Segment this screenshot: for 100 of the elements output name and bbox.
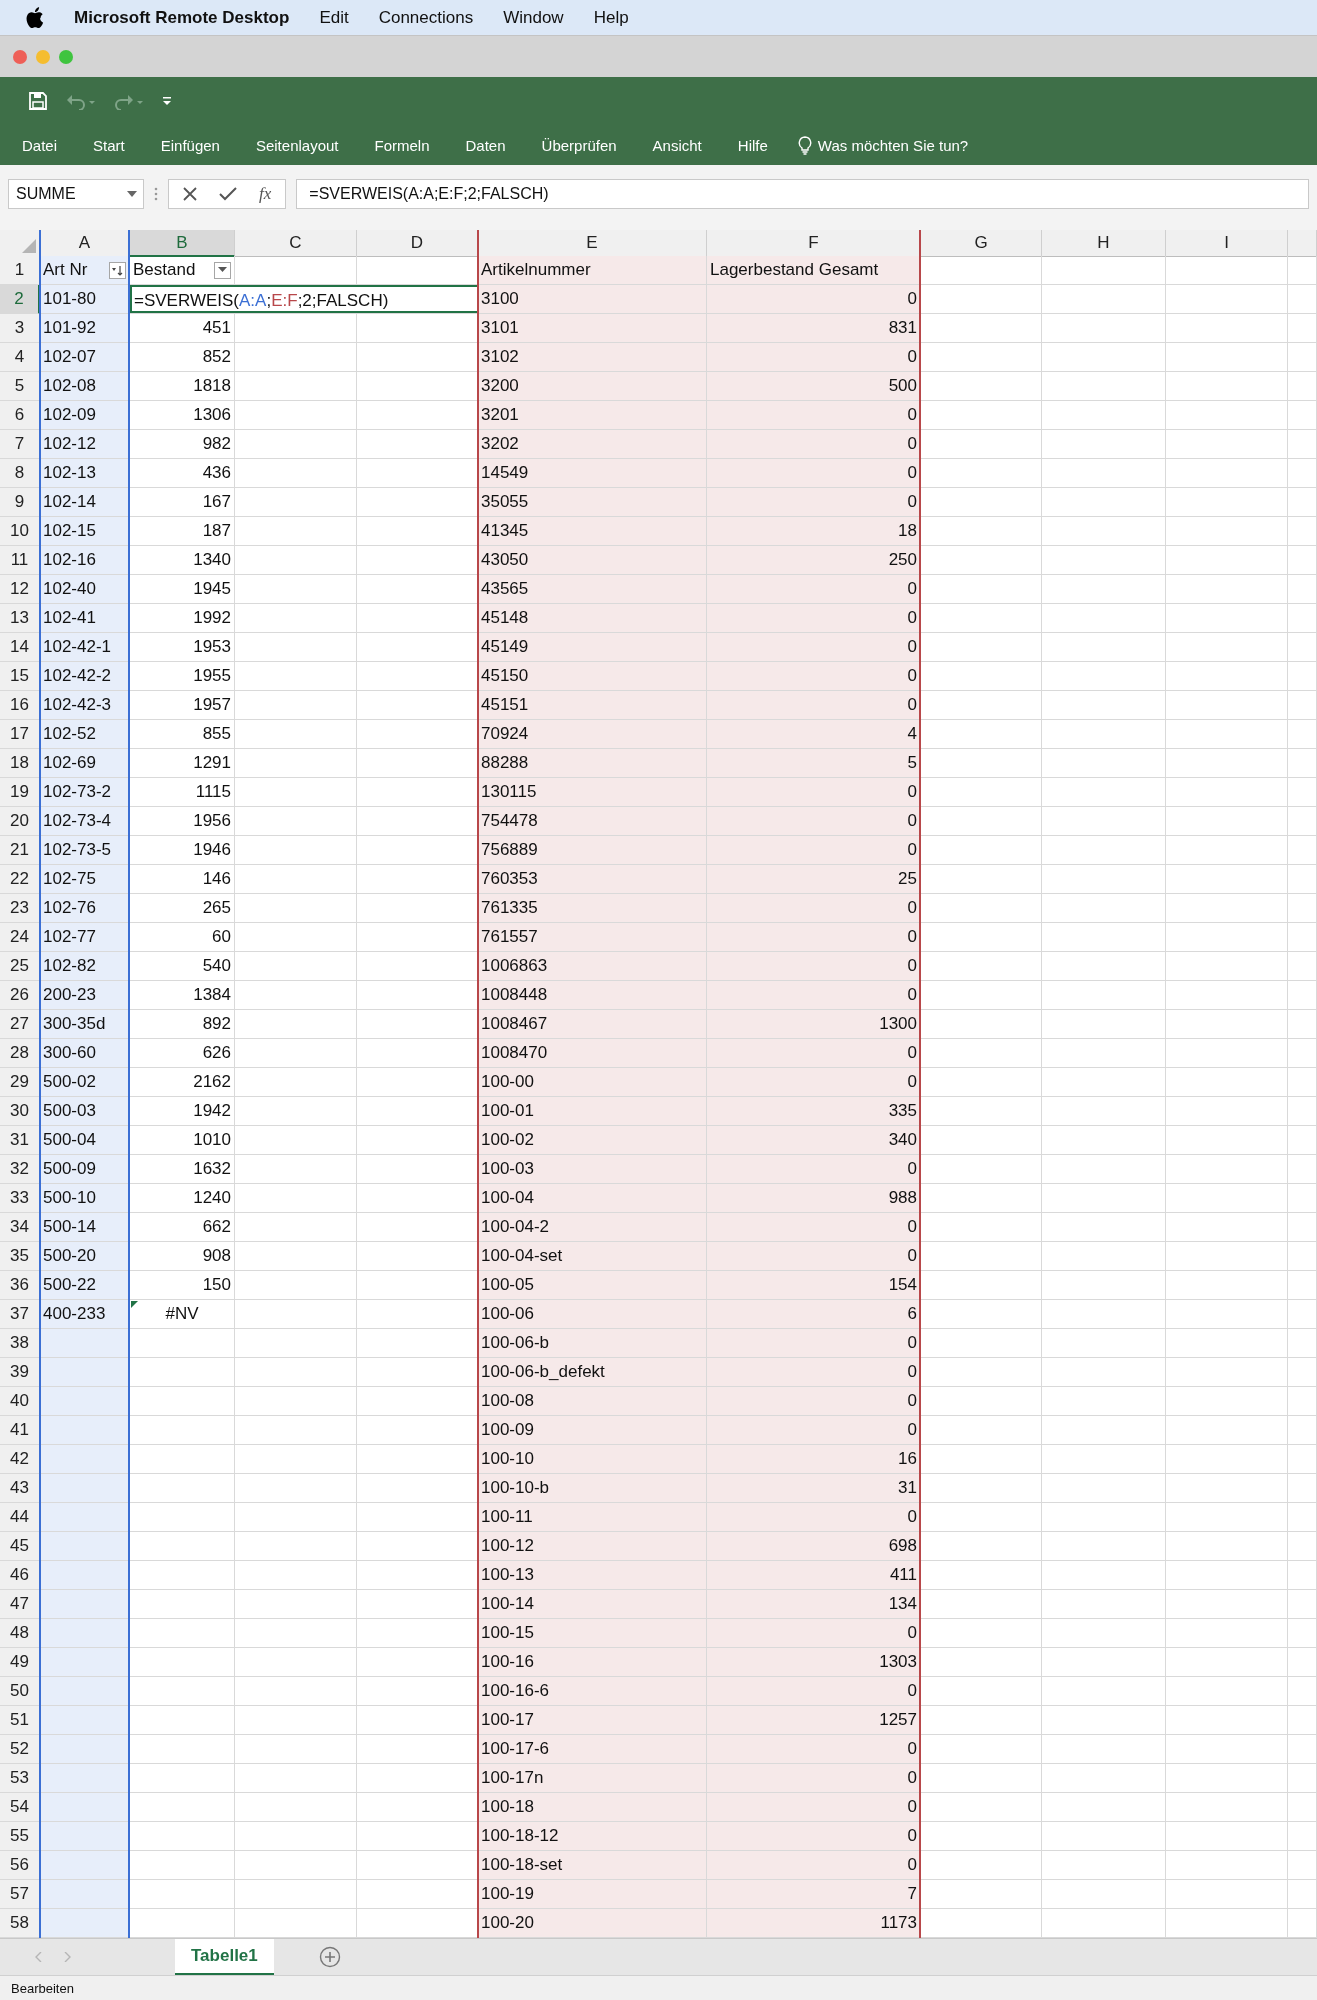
row-number[interactable]: 52 bbox=[0, 1735, 40, 1764]
save-icon[interactable] bbox=[28, 91, 48, 111]
tell-me-search[interactable]: Was möchten Sie tun? bbox=[785, 135, 981, 155]
row-number[interactable]: 50 bbox=[0, 1677, 40, 1706]
row-number[interactable]: 27 bbox=[0, 1010, 40, 1039]
column-header[interactable] bbox=[1288, 230, 1317, 257]
row-number[interactable]: 4 bbox=[0, 343, 40, 372]
name-box[interactable]: SUMME bbox=[8, 178, 144, 209]
row-number[interactable]: 26 bbox=[0, 981, 40, 1010]
column-header[interactable]: C bbox=[235, 230, 357, 257]
row-number[interactable]: 5 bbox=[0, 372, 40, 401]
previous-sheet-icon[interactable] bbox=[35, 1952, 42, 1962]
row-number[interactable]: 55 bbox=[0, 1822, 40, 1851]
row-number[interactable]: 13 bbox=[0, 604, 40, 633]
row-number[interactable]: 38 bbox=[0, 1329, 40, 1358]
row-number[interactable]: 30 bbox=[0, 1097, 40, 1126]
add-sheet-icon[interactable] bbox=[318, 1946, 341, 1968]
ribbon-tab[interactable]: Ansicht bbox=[634, 136, 720, 154]
redo-icon[interactable] bbox=[114, 92, 144, 110]
row-number[interactable]: 40 bbox=[0, 1387, 40, 1416]
row-number[interactable]: 2 bbox=[0, 285, 40, 314]
menu-item[interactable]: Connections bbox=[378, 7, 474, 28]
zoom-button[interactable] bbox=[59, 49, 73, 64]
row-number[interactable]: 51 bbox=[0, 1706, 40, 1735]
next-sheet-icon[interactable] bbox=[64, 1952, 71, 1962]
row-number[interactable]: 23 bbox=[0, 894, 40, 923]
row-number[interactable]: 33 bbox=[0, 1184, 40, 1213]
row-number[interactable]: 9 bbox=[0, 488, 40, 517]
column-header[interactable]: D bbox=[357, 230, 478, 257]
row-number[interactable]: 36 bbox=[0, 1271, 40, 1300]
column-header[interactable]: F bbox=[707, 230, 921, 257]
row-number[interactable]: 18 bbox=[0, 749, 40, 778]
select-all-icon[interactable] bbox=[22, 239, 36, 253]
row-number[interactable]: 7 bbox=[0, 430, 40, 459]
row-number[interactable]: 14 bbox=[0, 633, 40, 662]
app-name[interactable]: Microsoft Remote Desktop bbox=[74, 7, 290, 28]
row-number[interactable]: 34 bbox=[0, 1213, 40, 1242]
row-number[interactable]: 41 bbox=[0, 1416, 40, 1445]
row-number[interactable]: 20 bbox=[0, 807, 40, 836]
formula-field[interactable]: =SVERWEIS(A:A;E:F;2;FALSCH) bbox=[296, 178, 1309, 209]
ribbon-tab[interactable]: Datei bbox=[4, 136, 76, 154]
apple-icon[interactable] bbox=[26, 7, 44, 28]
row-number[interactable]: 48 bbox=[0, 1619, 40, 1648]
row-number[interactable]: 46 bbox=[0, 1561, 40, 1590]
row-number[interactable]: 16 bbox=[0, 691, 40, 720]
column-header[interactable]: B bbox=[130, 230, 235, 257]
row-number[interactable]: 47 bbox=[0, 1590, 40, 1619]
filter-dropdown-button[interactable] bbox=[214, 261, 231, 279]
sort-filter-button[interactable] bbox=[109, 261, 126, 279]
row-number[interactable]: 43 bbox=[0, 1474, 40, 1503]
row-number[interactable]: 37 bbox=[0, 1300, 40, 1329]
ribbon-tab[interactable]: Hilfe bbox=[719, 136, 786, 154]
row-number[interactable]: 6 bbox=[0, 401, 40, 430]
row-number[interactable]: 44 bbox=[0, 1503, 40, 1532]
column-header[interactable]: H bbox=[1042, 230, 1166, 257]
ribbon-tab[interactable]: Einfügen bbox=[142, 136, 238, 154]
row-number[interactable]: 1 bbox=[0, 256, 40, 285]
row-number[interactable]: 15 bbox=[0, 662, 40, 691]
row-number[interactable]: 53 bbox=[0, 1764, 40, 1793]
row-number[interactable]: 56 bbox=[0, 1851, 40, 1880]
column-header[interactable]: E bbox=[478, 230, 707, 257]
ribbon-tab[interactable]: Überprüfen bbox=[523, 136, 635, 154]
ribbon-tab[interactable]: Formeln bbox=[356, 136, 448, 154]
row-number[interactable]: 24 bbox=[0, 923, 40, 952]
row-number[interactable]: 8 bbox=[0, 459, 40, 488]
row-number[interactable]: 42 bbox=[0, 1445, 40, 1474]
row-number[interactable]: 10 bbox=[0, 517, 40, 546]
checkmark-icon[interactable] bbox=[219, 186, 237, 201]
customize-toolbar-icon[interactable] bbox=[162, 96, 172, 106]
row-number[interactable]: 17 bbox=[0, 720, 40, 749]
row-number[interactable]: 32 bbox=[0, 1155, 40, 1184]
row-number[interactable]: 21 bbox=[0, 836, 40, 865]
row-number[interactable]: 31 bbox=[0, 1126, 40, 1155]
row-number[interactable]: 45 bbox=[0, 1532, 40, 1561]
row-number[interactable]: 19 bbox=[0, 778, 40, 807]
row-number[interactable]: 29 bbox=[0, 1068, 40, 1097]
row-number[interactable]: 49 bbox=[0, 1648, 40, 1677]
row-number[interactable]: 11 bbox=[0, 546, 40, 575]
insert-function-button[interactable]: fx bbox=[259, 183, 272, 204]
row-number[interactable]: 3 bbox=[0, 314, 40, 343]
row-number[interactable]: 57 bbox=[0, 1880, 40, 1909]
row-number[interactable]: 35 bbox=[0, 1242, 40, 1271]
row-number[interactable]: 25 bbox=[0, 952, 40, 981]
ribbon-tab[interactable]: Daten bbox=[447, 136, 524, 154]
sheet-tab[interactable]: Tabelle1 bbox=[175, 1939, 274, 1975]
column-header[interactable]: G bbox=[921, 230, 1042, 257]
row-number[interactable]: 12 bbox=[0, 575, 40, 604]
row-number[interactable]: 22 bbox=[0, 865, 40, 894]
menu-item[interactable]: Help bbox=[593, 7, 629, 28]
row-number[interactable]: 28 bbox=[0, 1039, 40, 1068]
ribbon-tab[interactable]: Start bbox=[75, 136, 143, 154]
cell-editor[interactable]: =SVERWEIS(A:A;E:F;2;FALSCH) bbox=[130, 285, 478, 313]
cancel-icon[interactable] bbox=[183, 186, 197, 201]
row-number[interactable]: 39 bbox=[0, 1358, 40, 1387]
menu-item[interactable]: Edit bbox=[319, 7, 349, 28]
close-button[interactable] bbox=[13, 49, 27, 64]
row-number[interactable]: 54 bbox=[0, 1793, 40, 1822]
drag-handle-icon[interactable] bbox=[154, 185, 158, 202]
menu-item[interactable]: Window bbox=[503, 7, 564, 28]
ribbon-tab[interactable]: Seitenlayout bbox=[237, 136, 357, 154]
